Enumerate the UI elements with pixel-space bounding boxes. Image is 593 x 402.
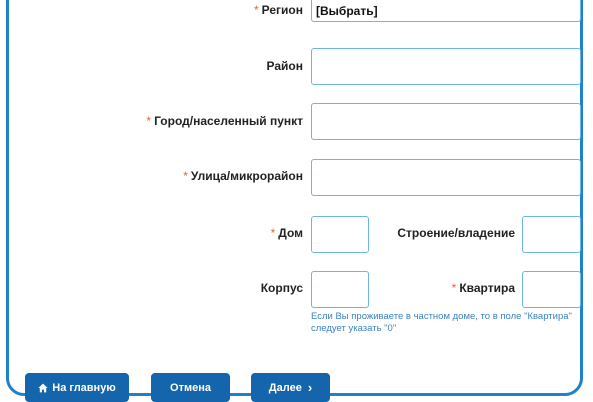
region-label: * Регион (254, 3, 303, 17)
house-input[interactable] (311, 216, 369, 253)
region-select[interactable]: [Выбрать] (311, 0, 581, 22)
apartment-input[interactable] (522, 271, 581, 308)
street-label: * Улица/микрорайон (183, 169, 303, 183)
district-label-text: Район (266, 59, 303, 73)
building-input[interactable] (522, 216, 581, 253)
home-button-label: На главную (52, 381, 116, 394)
street-label-text: Улица/микрорайон (190, 169, 303, 183)
apartment-label: * Квартира (452, 281, 515, 295)
house-label: * Дом (271, 226, 303, 240)
address-form-page: * Регион [Выбрать] Район * Город/населенны… (0, 0, 593, 402)
apartment-hint: Если Вы проживаете в частном доме, то в … (311, 311, 572, 334)
city-input[interactable] (311, 103, 581, 140)
korpus-input[interactable] (311, 271, 369, 308)
required-mark: * (253, 3, 259, 17)
cancel-button-label: Отмена (170, 381, 211, 394)
home-button[interactable]: На главную (25, 373, 129, 402)
required-mark: * (270, 226, 276, 240)
building-label: Строение/владение (397, 226, 515, 240)
korpus-label-text: Корпус (260, 281, 303, 295)
region-select-value: [Выбрать] (316, 4, 378, 18)
next-button[interactable]: Далее › (251, 373, 330, 402)
home-icon (38, 383, 48, 393)
required-mark: * (183, 169, 188, 183)
building-label-text: Строение/владение (397, 226, 515, 240)
chevron-right-icon: › (307, 380, 313, 395)
street-input[interactable] (311, 159, 581, 196)
district-input[interactable] (311, 48, 581, 85)
region-label-text: Регион (261, 3, 303, 17)
required-mark: * (451, 281, 457, 295)
cancel-button[interactable]: Отмена (151, 373, 230, 402)
next-button-label: Далее (268, 381, 302, 394)
korpus-label: Корпус (261, 281, 303, 295)
house-label-text: Дом (278, 226, 303, 240)
required-mark: * (146, 114, 152, 128)
city-label: * Город/населенный пункт (146, 114, 303, 128)
city-label-text: Город/населенный пункт (154, 114, 303, 128)
district-label: Район (267, 59, 303, 73)
apartment-label-text: Квартира (459, 281, 515, 295)
